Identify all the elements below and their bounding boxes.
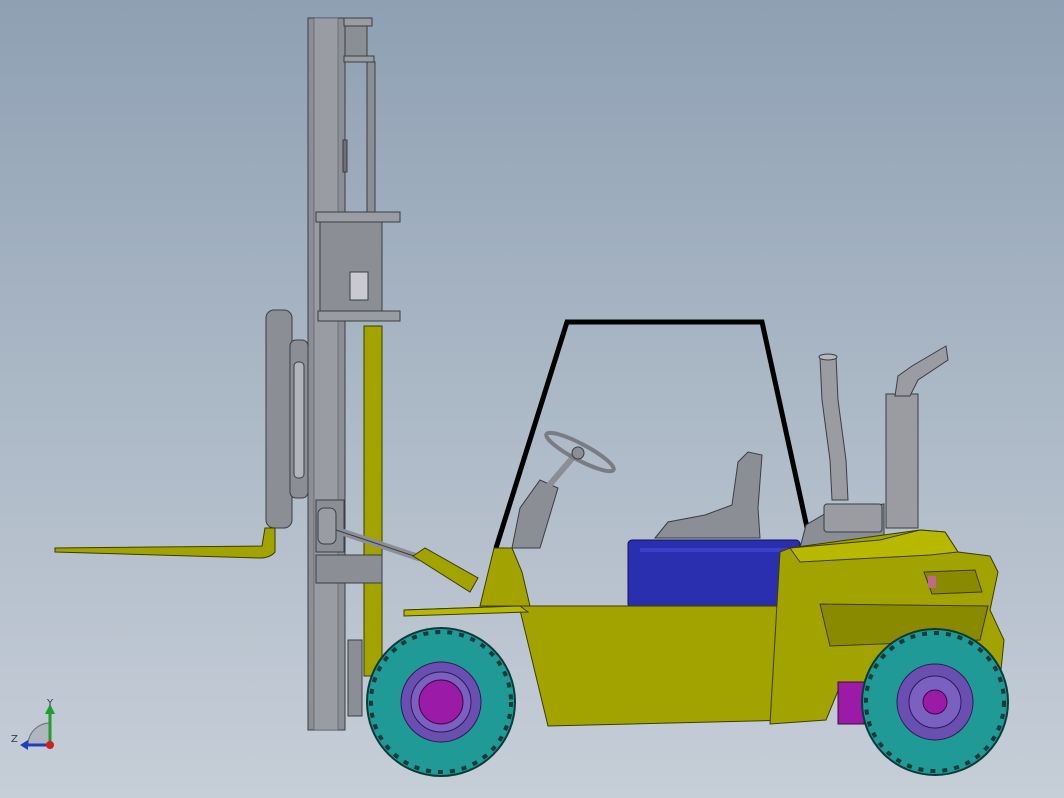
- tilt-pivot: [317, 507, 337, 545]
- steering-hub: [571, 446, 585, 460]
- mast-cross-member: [315, 554, 383, 584]
- intake-cap: [818, 353, 838, 361]
- steering-column-base: [511, 479, 559, 549]
- carriage-upper-plate: [315, 211, 401, 223]
- load-backrest: [265, 309, 293, 529]
- rear-wheel[interactable]: [861, 628, 1009, 776]
- mast-rail-face: [313, 17, 339, 731]
- rear-light: [928, 576, 936, 588]
- mast-foot: [347, 639, 363, 717]
- backrest-slot: [293, 361, 305, 479]
- forklift-model[interactable]: [0, 0, 1064, 798]
- z-axis-label: Z: [11, 734, 18, 745]
- triad-plane: [27, 722, 51, 746]
- rear-hub-center: [922, 689, 948, 715]
- steering-column: [542, 453, 578, 492]
- lift-cylinder: [363, 325, 383, 677]
- fork-tine: [54, 527, 276, 559]
- rear-axle-mount: [837, 681, 865, 725]
- exhaust-stack: [894, 345, 949, 397]
- z-axis-arrow: [20, 740, 28, 750]
- front-fender-top: [403, 605, 530, 617]
- front-hub-center: [418, 679, 464, 725]
- mast-top-bracket: [343, 55, 375, 63]
- muffler: [885, 393, 919, 529]
- carriage-window: [349, 271, 369, 301]
- cad-viewport[interactable]: Y Z: [0, 0, 1064, 798]
- exhaust-system[interactable]: [799, 345, 949, 553]
- seat[interactable]: [627, 451, 801, 609]
- fork-assembly[interactable]: [54, 309, 309, 559]
- tilt-cylinder-body: [412, 547, 479, 593]
- front-wheel[interactable]: [366, 627, 516, 777]
- front-cowl: [479, 547, 531, 607]
- orientation-triad[interactable]: [20, 704, 55, 750]
- seat-base-highlight: [640, 548, 790, 552]
- carriage-lower-plate: [317, 310, 401, 322]
- y-axis-label: Y: [47, 698, 54, 709]
- seat-cushion: [653, 451, 763, 539]
- air-intake-pipe: [819, 355, 849, 501]
- air-cleaner-housing: [823, 503, 883, 533]
- lift-cylinder-rod: [366, 61, 376, 215]
- mast-top-block: [344, 25, 368, 57]
- mast[interactable]: [307, 17, 401, 731]
- mast-slot: [342, 139, 348, 173]
- mast-top-cap: [343, 17, 373, 27]
- triad-origin: [46, 741, 54, 749]
